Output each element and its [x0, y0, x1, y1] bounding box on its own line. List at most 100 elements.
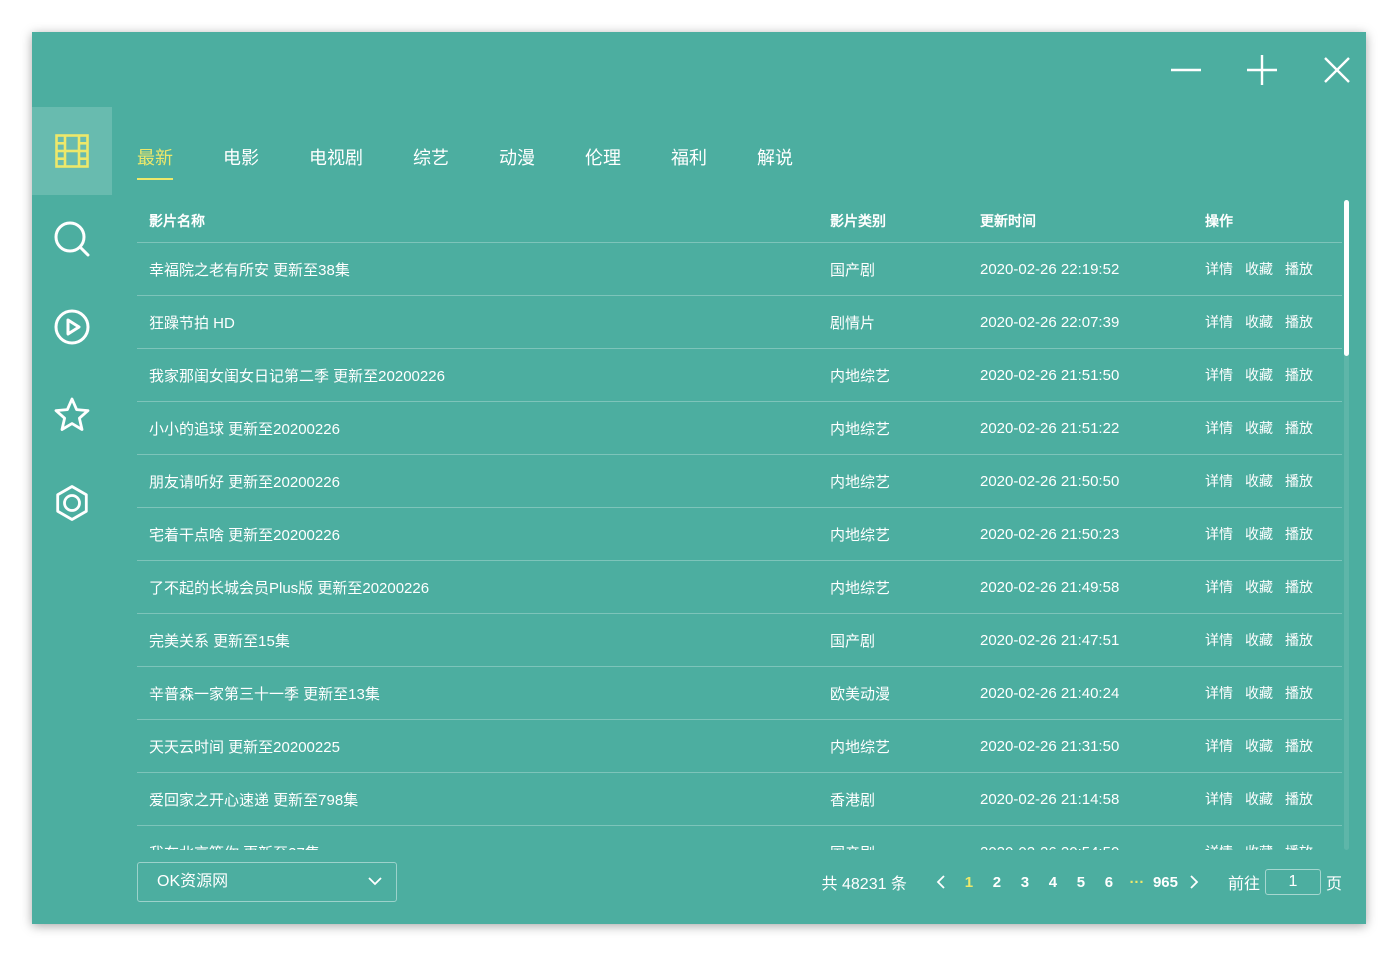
- table-row: 辛普森一家第三十一季 更新至13集 欧美动漫 2020-02-26 21:40:24…: [137, 667, 1342, 720]
- chevron-right-icon: [1190, 875, 1199, 889]
- tab-ethics[interactable]: 伦理: [585, 140, 621, 180]
- collect-button[interactable]: 收藏: [1245, 789, 1273, 809]
- video-type: 内地综艺: [830, 526, 891, 544]
- goto-prefix: 前往: [1227, 876, 1260, 893]
- row-actions: 详情收藏播放: [1205, 243, 1325, 295]
- video-table: 影片名称 影片类别 更新时间 操作 幸福院之老有所安 更新至38集 国产剧 2020…: [137, 200, 1342, 850]
- minimize-button[interactable]: [1164, 52, 1208, 88]
- row-actions: 详情收藏播放: [1205, 296, 1325, 348]
- table-row: 宅着干点啥 更新至20200226 内地综艺 2020-02-26 21:50:23…: [137, 508, 1342, 561]
- footer-bar: OK资源网 共 48231 条 1 2 3 4 5 6 ··· 965 前往 页: [137, 862, 1342, 902]
- play-button[interactable]: 播放: [1285, 577, 1313, 597]
- detail-button[interactable]: 详情: [1205, 789, 1233, 809]
- tab-tv-series[interactable]: 电视剧: [309, 140, 363, 180]
- sidebar-item-search[interactable]: [32, 195, 112, 283]
- video-type: 内地综艺: [830, 367, 891, 385]
- play-button[interactable]: 播放: [1285, 471, 1313, 491]
- page-5[interactable]: 5: [1067, 874, 1095, 891]
- video-update-time: 2020-02-26 21:50:23: [980, 525, 1120, 543]
- goto-page-input[interactable]: [1264, 869, 1321, 895]
- chevron-left-icon: [936, 875, 945, 889]
- collect-button[interactable]: 收藏: [1245, 471, 1273, 491]
- detail-button[interactable]: 详情: [1205, 524, 1233, 544]
- collect-button[interactable]: 收藏: [1245, 259, 1273, 279]
- page-last[interactable]: 965: [1151, 874, 1180, 891]
- detail-button[interactable]: 详情: [1205, 471, 1233, 491]
- row-actions: 详情收藏播放: [1205, 508, 1325, 560]
- row-actions: 详情收藏播放: [1205, 773, 1325, 825]
- sidebar-item-favorites[interactable]: [32, 371, 112, 459]
- row-actions: 详情收藏播放: [1205, 667, 1325, 719]
- tab-movies[interactable]: 电影: [223, 140, 259, 180]
- play-button[interactable]: 播放: [1285, 259, 1313, 279]
- page-1[interactable]: 1: [955, 874, 983, 891]
- tab-commentary[interactable]: 解说: [757, 140, 793, 180]
- close-button[interactable]: [1315, 52, 1359, 88]
- collect-button[interactable]: 收藏: [1245, 312, 1273, 332]
- detail-button[interactable]: 详情: [1205, 683, 1233, 703]
- maximize-button[interactable]: [1240, 52, 1284, 88]
- tab-latest[interactable]: 最新: [137, 140, 173, 180]
- video-update-time: 2020-02-26 21:51:22: [980, 419, 1120, 437]
- play-button[interactable]: 播放: [1285, 630, 1313, 650]
- table-row: 爱回家之开心速递 更新至798集 香港剧 2020-02-26 21:14:58 详情…: [137, 773, 1342, 826]
- video-update-time: 2020-02-26 21:40:24: [980, 684, 1120, 702]
- page-4[interactable]: 4: [1039, 874, 1067, 891]
- sidebar-item-settings[interactable]: [32, 459, 112, 547]
- goto-page: 前往 页: [1228, 869, 1342, 895]
- collect-button[interactable]: 收藏: [1245, 683, 1273, 703]
- play-button[interactable]: 播放: [1285, 312, 1313, 332]
- tab-anime[interactable]: 动漫: [499, 140, 535, 180]
- row-actions: 详情收藏播放: [1205, 561, 1325, 613]
- video-update-time: 2020-02-26 22:19:52: [980, 260, 1120, 278]
- detail-button[interactable]: 详情: [1205, 577, 1233, 597]
- tab-variety[interactable]: 综艺: [413, 140, 449, 180]
- page-3[interactable]: 3: [1011, 874, 1039, 891]
- video-update-time: 2020-02-26 22:07:39: [980, 313, 1120, 331]
- minimize-icon: [1171, 68, 1201, 72]
- collect-button[interactable]: 收藏: [1245, 524, 1273, 544]
- collect-button[interactable]: 收藏: [1245, 842, 1273, 850]
- video-name: 宅着干点啥 更新至20200226: [149, 526, 340, 544]
- detail-button[interactable]: 详情: [1205, 630, 1233, 650]
- detail-button[interactable]: 详情: [1205, 736, 1233, 756]
- play-button[interactable]: 播放: [1285, 736, 1313, 756]
- video-update-time: 2020-02-26 21:31:50: [980, 737, 1120, 755]
- table-row: 了不起的长城会员Plus版 更新至20200226 内地综艺 2020-02-26 …: [137, 561, 1342, 614]
- page-2[interactable]: 2: [983, 874, 1011, 891]
- play-button[interactable]: 播放: [1285, 418, 1313, 438]
- detail-button[interactable]: 详情: [1205, 418, 1233, 438]
- sidebar-item-latest[interactable]: [32, 107, 112, 195]
- header-type: 影片类别: [830, 213, 886, 229]
- video-name: 天天云时间 更新至20200225: [149, 738, 340, 756]
- play-button[interactable]: 播放: [1285, 365, 1313, 385]
- prev-page-button[interactable]: [927, 868, 955, 896]
- video-type: 国产剧: [830, 632, 876, 650]
- collect-button[interactable]: 收藏: [1245, 630, 1273, 650]
- source-select[interactable]: OK资源网: [137, 862, 397, 902]
- detail-button[interactable]: 详情: [1205, 259, 1233, 279]
- scrollbar-thumb[interactable]: [1344, 200, 1349, 356]
- video-type: 内地综艺: [830, 579, 891, 597]
- video-update-time: 2020-02-26 21:50:50: [980, 472, 1120, 490]
- sidebar-item-play[interactable]: [32, 283, 112, 371]
- detail-button[interactable]: 详情: [1205, 365, 1233, 385]
- table-scrollbar[interactable]: [1344, 200, 1349, 850]
- goto-suffix: 页: [1325, 876, 1342, 893]
- table-row: 天天云时间 更新至20200225 内地综艺 2020-02-26 21:31:50…: [137, 720, 1342, 773]
- detail-button[interactable]: 详情: [1205, 312, 1233, 332]
- collect-button[interactable]: 收藏: [1245, 365, 1273, 385]
- video-name: 完美关系 更新至15集: [149, 632, 290, 650]
- play-button[interactable]: 播放: [1285, 789, 1313, 809]
- collect-button[interactable]: 收藏: [1245, 577, 1273, 597]
- detail-button[interactable]: 详情: [1205, 842, 1233, 850]
- collect-button[interactable]: 收藏: [1245, 418, 1273, 438]
- page-6[interactable]: 6: [1095, 874, 1123, 891]
- tab-welfare[interactable]: 福利: [671, 140, 707, 180]
- next-page-button[interactable]: [1180, 868, 1208, 896]
- more-pages-button[interactable]: ···: [1123, 874, 1151, 891]
- collect-button[interactable]: 收藏: [1245, 736, 1273, 756]
- play-button[interactable]: 播放: [1285, 842, 1313, 850]
- play-button[interactable]: 播放: [1285, 683, 1313, 703]
- play-button[interactable]: 播放: [1285, 524, 1313, 544]
